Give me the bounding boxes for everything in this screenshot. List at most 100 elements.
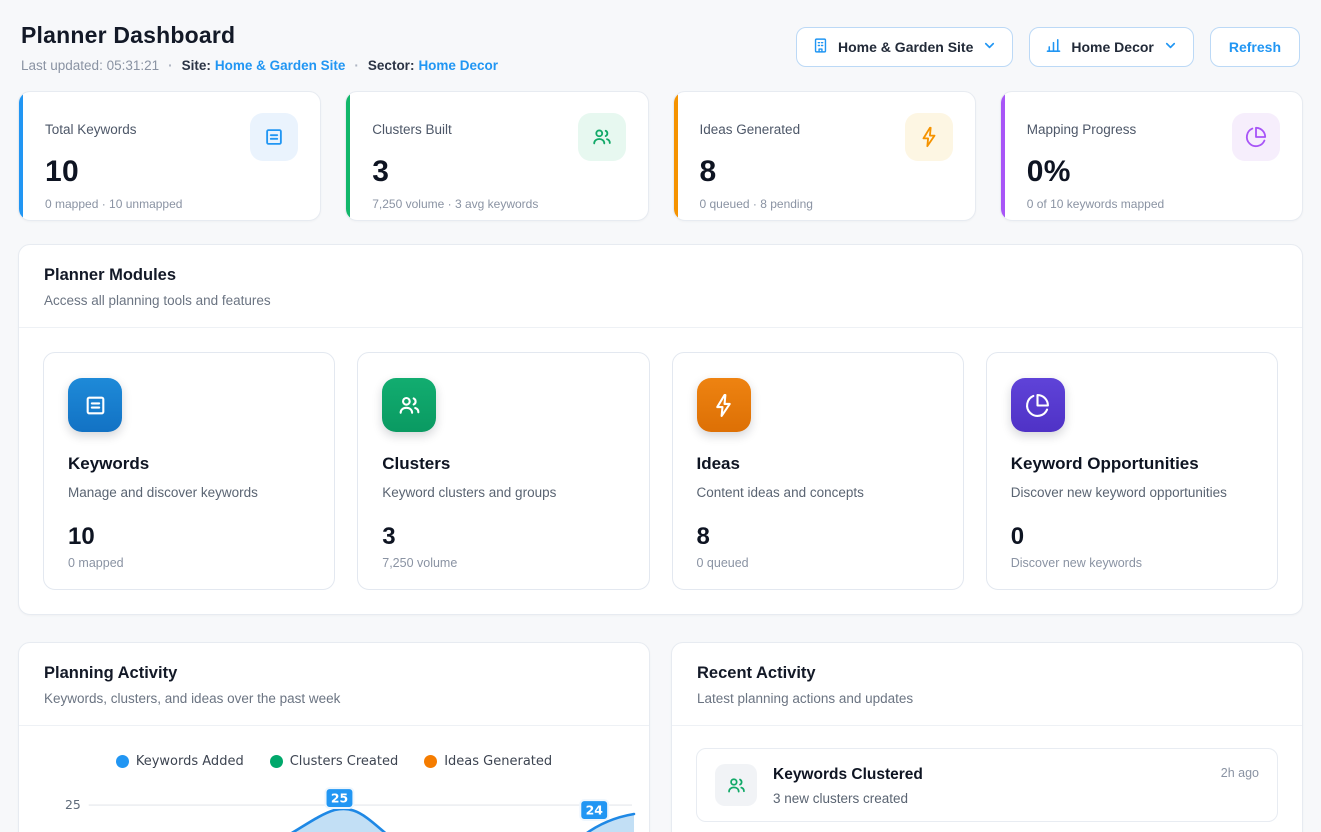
sector-selector-dropdown[interactable]: Home Decor	[1029, 27, 1193, 67]
pie-icon	[1011, 378, 1065, 432]
refresh-button[interactable]: Refresh	[1210, 27, 1300, 67]
stat-subtext: 0 queued · 8 pending	[700, 197, 953, 211]
stat-label: Ideas Generated	[700, 122, 801, 137]
stat-card-ideas-generated[interactable]: Ideas Generated 8 0 queued · 8 pending	[673, 91, 976, 221]
legend-label: Keywords Added	[136, 754, 244, 769]
activity-item-keywords-clustered[interactable]: Keywords Clustered 2h ago 3 new clusters…	[696, 748, 1278, 822]
page-title: Planner Dashboard	[21, 22, 498, 49]
recent-activity-header: Recent Activity Latest planning actions …	[672, 643, 1302, 726]
users-icon	[382, 378, 436, 432]
modules-grid: Keywords Manage and discover keywords 10…	[19, 328, 1302, 614]
meta-separator: ·	[354, 58, 359, 73]
module-description: Manage and discover keywords	[68, 485, 310, 500]
stat-card-mapping-progress[interactable]: Mapping Progress 0% 0 of 10 keywords map…	[1000, 91, 1303, 221]
legend-dot-orange	[424, 755, 437, 768]
activity-item-timestamp: 2h ago	[1221, 766, 1259, 780]
document-icon	[250, 113, 298, 161]
module-subtext: 0 queued	[697, 556, 939, 570]
module-card-clusters[interactable]: Clusters Keyword clusters and groups 3 7…	[357, 352, 649, 590]
stat-card-total-keywords[interactable]: Total Keywords 10 0 mapped · 10 unmapped	[18, 91, 321, 221]
sector-link[interactable]: Home Decor	[418, 58, 498, 73]
activity-item-title: Keywords Clustered	[773, 766, 923, 784]
module-title: Keyword Opportunities	[1011, 454, 1253, 474]
module-card-keywords[interactable]: Keywords Manage and discover keywords 10…	[43, 352, 335, 590]
module-description: Discover new keyword opportunities	[1011, 485, 1253, 500]
activity-feed: Keywords Clustered 2h ago 3 new clusters…	[672, 726, 1302, 832]
module-value: 10	[68, 523, 310, 551]
area-chart-svg: 25 25 24	[31, 779, 637, 832]
recent-activity-panel: Recent Activity Latest planning actions …	[671, 642, 1303, 832]
site-selector-dropdown[interactable]: Home & Garden Site	[796, 27, 1013, 67]
recent-activity-title: Recent Activity	[697, 664, 1277, 683]
stat-card-clusters-built[interactable]: Clusters Built 3 7,250 volume · 3 avg ke…	[345, 91, 648, 221]
module-subtext: Discover new keywords	[1011, 556, 1253, 570]
module-subtext: 7,250 volume	[382, 556, 624, 570]
stat-label: Mapping Progress	[1027, 122, 1137, 137]
module-subtext: 0 mapped	[68, 556, 310, 570]
bolt-icon	[697, 378, 751, 432]
bar-chart-icon	[1045, 37, 1062, 57]
chevron-down-icon	[1163, 38, 1178, 56]
sector-label: Sector:Home Decor	[368, 58, 498, 73]
legend-item-clusters-created: Clusters Created	[270, 754, 399, 769]
data-label-24: 24	[580, 800, 608, 820]
module-title: Keywords	[68, 454, 310, 474]
module-value: 3	[382, 523, 624, 551]
legend-label: Ideas Generated	[444, 754, 552, 769]
document-icon	[68, 378, 122, 432]
module-card-keyword-opportunities[interactable]: Keyword Opportunities Discover new keywo…	[986, 352, 1278, 590]
modules-subtitle: Access all planning tools and features	[44, 293, 1277, 308]
meta-separator: ·	[168, 58, 173, 73]
modules-panel-header: Planner Modules Access all planning tool…	[19, 245, 1302, 328]
building-icon	[812, 37, 829, 57]
planner-modules-panel: Planner Modules Access all planning tool…	[18, 244, 1303, 615]
header-left: Planner Dashboard Last updated: 05:31:21…	[21, 22, 498, 73]
module-card-ideas[interactable]: Ideas Content ideas and concepts 8 0 que…	[672, 352, 964, 590]
activity-item-description: 3 new clusters created	[773, 791, 1259, 806]
users-icon	[578, 113, 626, 161]
module-description: Keyword clusters and groups	[382, 485, 624, 500]
planning-activity-title: Planning Activity	[44, 664, 624, 683]
activity-chart: Keywords Added Clusters Created Ideas Ge…	[19, 726, 649, 832]
module-description: Content ideas and concepts	[697, 485, 939, 500]
stat-subtext: 7,250 volume · 3 avg keywords	[372, 197, 625, 211]
module-title: Ideas	[697, 454, 939, 474]
last-updated-text: Last updated: 05:31:21	[21, 58, 159, 73]
site-selector-value: Home & Garden Site	[838, 39, 973, 55]
planning-activity-panel: Planning Activity Keywords, clusters, an…	[18, 642, 650, 832]
legend-item-ideas-generated: Ideas Generated	[424, 754, 552, 769]
stats-row: Total Keywords 10 0 mapped · 10 unmapped…	[18, 91, 1303, 221]
pie-icon	[1232, 113, 1280, 161]
legend-item-keywords-added: Keywords Added	[116, 754, 244, 769]
recent-activity-subtitle: Latest planning actions and updates	[697, 691, 1277, 706]
page-header: Planner Dashboard Last updated: 05:31:21…	[18, 22, 1303, 73]
planning-activity-header: Planning Activity Keywords, clusters, an…	[19, 643, 649, 726]
legend-dot-blue	[116, 755, 129, 768]
svg-text:25: 25	[331, 791, 348, 806]
stat-label: Total Keywords	[45, 122, 137, 137]
planner-dashboard-page: Planner Dashboard Last updated: 05:31:21…	[0, 0, 1321, 832]
svg-text:24: 24	[586, 802, 604, 817]
planning-activity-subtitle: Keywords, clusters, and ideas over the p…	[44, 691, 624, 706]
module-value: 0	[1011, 523, 1253, 551]
modules-title: Planner Modules	[44, 266, 1277, 285]
chart-legend: Keywords Added Clusters Created Ideas Ge…	[31, 754, 637, 769]
module-title: Clusters	[382, 454, 624, 474]
legend-label: Clusters Created	[290, 754, 399, 769]
users-icon	[715, 764, 757, 806]
module-value: 8	[697, 523, 939, 551]
stat-label: Clusters Built	[372, 122, 452, 137]
sector-selector-value: Home Decor	[1071, 39, 1153, 55]
bottom-row: Planning Activity Keywords, clusters, an…	[18, 642, 1303, 832]
bolt-icon	[905, 113, 953, 161]
site-link[interactable]: Home & Garden Site	[215, 58, 346, 73]
stat-subtext: 0 of 10 keywords mapped	[1027, 197, 1280, 211]
y-axis-tick-25: 25	[65, 797, 81, 812]
header-actions: Home & Garden Site Home Decor Refresh	[796, 27, 1300, 67]
stat-subtext: 0 mapped · 10 unmapped	[45, 197, 298, 211]
legend-dot-green	[270, 755, 283, 768]
data-label-25: 25	[326, 788, 354, 808]
activity-item-content: Keywords Clustered 2h ago 3 new clusters…	[773, 764, 1259, 806]
header-meta: Last updated: 05:31:21 · Site:Home & Gar…	[21, 58, 498, 73]
chevron-down-icon	[982, 38, 997, 56]
